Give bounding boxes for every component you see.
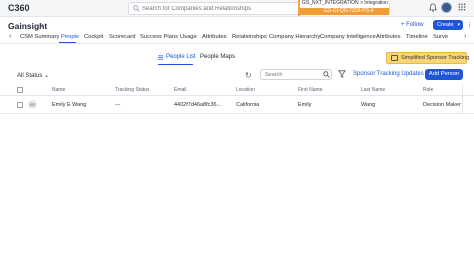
simplified-sponsor-tracking-button[interactable]: Simplified Sponsor Tracking: [386, 52, 470, 64]
cell-location: California: [236, 102, 260, 108]
tab-relationships[interactable]: Relationships: [232, 34, 267, 40]
people-search-input[interactable]: [265, 71, 320, 79]
user-avatar[interactable]: [441, 2, 452, 13]
more-options-icon[interactable]: ⋮: [466, 21, 473, 29]
tab-success-plans[interactable]: Success Plans: [140, 34, 178, 40]
search-icon: [133, 5, 140, 12]
bell-icon[interactable]: [429, 3, 437, 12]
people-toolbar: All Status ⌄ ↻ Sponsor Tracking Updates …: [0, 67, 474, 82]
tab-people[interactable]: People: [61, 34, 79, 40]
chevron-down-icon[interactable]: ⌄: [39, 22, 44, 29]
table-row[interactable]: EE Emily E Wang --- 4402f7d46a8fc36... C…: [0, 96, 474, 114]
row-checkbox[interactable]: [17, 102, 23, 108]
list-icon: [158, 55, 163, 60]
tab-attributes-2[interactable]: Attributes: [376, 34, 401, 40]
cell-tracking-status: ---: [115, 102, 121, 108]
caret-down-icon: ▾: [457, 22, 460, 28]
tracking-icon: [391, 55, 398, 61]
create-button[interactable]: Create ▾: [433, 20, 463, 30]
subtab-people-list[interactable]: People List: [166, 54, 196, 60]
tab-cockpit[interactable]: Cockpit: [84, 34, 103, 40]
cell-last-name: Wang: [361, 102, 376, 108]
active-subtab-indicator: [158, 64, 193, 65]
tab-company-intelligence[interactable]: Company Intelligence: [320, 34, 376, 40]
subtab-people-maps[interactable]: People Maps: [200, 54, 235, 60]
cell-role: Decision Maker: [423, 102, 461, 108]
tab-scorecard[interactable]: Scorecard: [109, 34, 135, 40]
column-header-name[interactable]: Name: [52, 87, 65, 93]
follow-button[interactable]: + Follow: [401, 22, 424, 28]
global-search-input[interactable]: [142, 4, 302, 14]
people-search[interactable]: [260, 69, 332, 80]
chevron-left-icon[interactable]: ‹: [9, 33, 11, 40]
integration-banner: GS_NXT_INTEGRATION > Integration Env GS-…: [298, 0, 389, 16]
status-filter-dropdown[interactable]: All Status ⌄: [17, 72, 49, 79]
person-avatar: EE: [28, 100, 37, 109]
table-header: Name Tracking Status Email Location Firs…: [0, 84, 474, 96]
tab-csm-summary[interactable]: CSM Summary: [20, 34, 59, 40]
filter-icon[interactable]: [338, 70, 346, 78]
refresh-icon[interactable]: ↻: [245, 71, 252, 80]
cell-name[interactable]: Emily E Wang: [52, 102, 110, 108]
chevron-down-icon: ⌄: [44, 73, 50, 79]
integration-env-id: GS-GI-QO-7Z04-PS-4: [300, 8, 389, 15]
column-header-role[interactable]: Role: [423, 87, 433, 93]
tab-timeline[interactable]: Timeline: [406, 34, 428, 40]
select-all-checkbox[interactable]: [17, 87, 23, 93]
sponsor-tracking-updates-link[interactable]: Sponsor Tracking Updates: [353, 71, 424, 77]
create-label: Create: [437, 22, 454, 28]
column-header-tracking-status[interactable]: Tracking Status: [115, 87, 150, 93]
tab-usage[interactable]: Usage: [180, 34, 197, 40]
status-filter-label: All Status: [17, 73, 43, 79]
tab-company-hierarchy[interactable]: Company Hierarchy: [269, 34, 320, 40]
tab-attributes[interactable]: Attributes: [202, 34, 227, 40]
column-header-first-name[interactable]: First Name: [298, 87, 322, 93]
search-icon: [323, 71, 330, 78]
chevron-right-icon[interactable]: ›: [464, 33, 466, 40]
integration-env-label: GS_NXT_INTEGRATION > Integration Env: [300, 0, 389, 7]
company-header: Gainsight ⌄ + Follow Create ▾ ⋮: [0, 17, 474, 33]
tab-surveys[interactable]: Surve: [433, 34, 448, 40]
column-header-last-name[interactable]: Last Name: [361, 87, 385, 93]
cell-email: 4402f7d46a8fc36...: [174, 102, 222, 108]
column-header-email[interactable]: Email: [174, 87, 187, 93]
apps-grid-icon[interactable]: [458, 3, 466, 11]
active-tab-indicator: [59, 42, 76, 43]
simplified-sponsor-tracking-label: Simplified Sponsor Tracking: [401, 55, 470, 61]
add-person-button[interactable]: Add Person: [425, 69, 463, 80]
app-name: C360: [8, 3, 30, 13]
table-right-border: [462, 84, 463, 114]
top-bar: C360 GS_NXT_INTEGRATION > Integration En…: [0, 0, 474, 17]
tab-bar: ‹ CSM Summary People Cockpit Scorecard S…: [0, 32, 474, 44]
column-header-location[interactable]: Location: [236, 87, 255, 93]
cell-first-name: Emily: [298, 102, 312, 108]
